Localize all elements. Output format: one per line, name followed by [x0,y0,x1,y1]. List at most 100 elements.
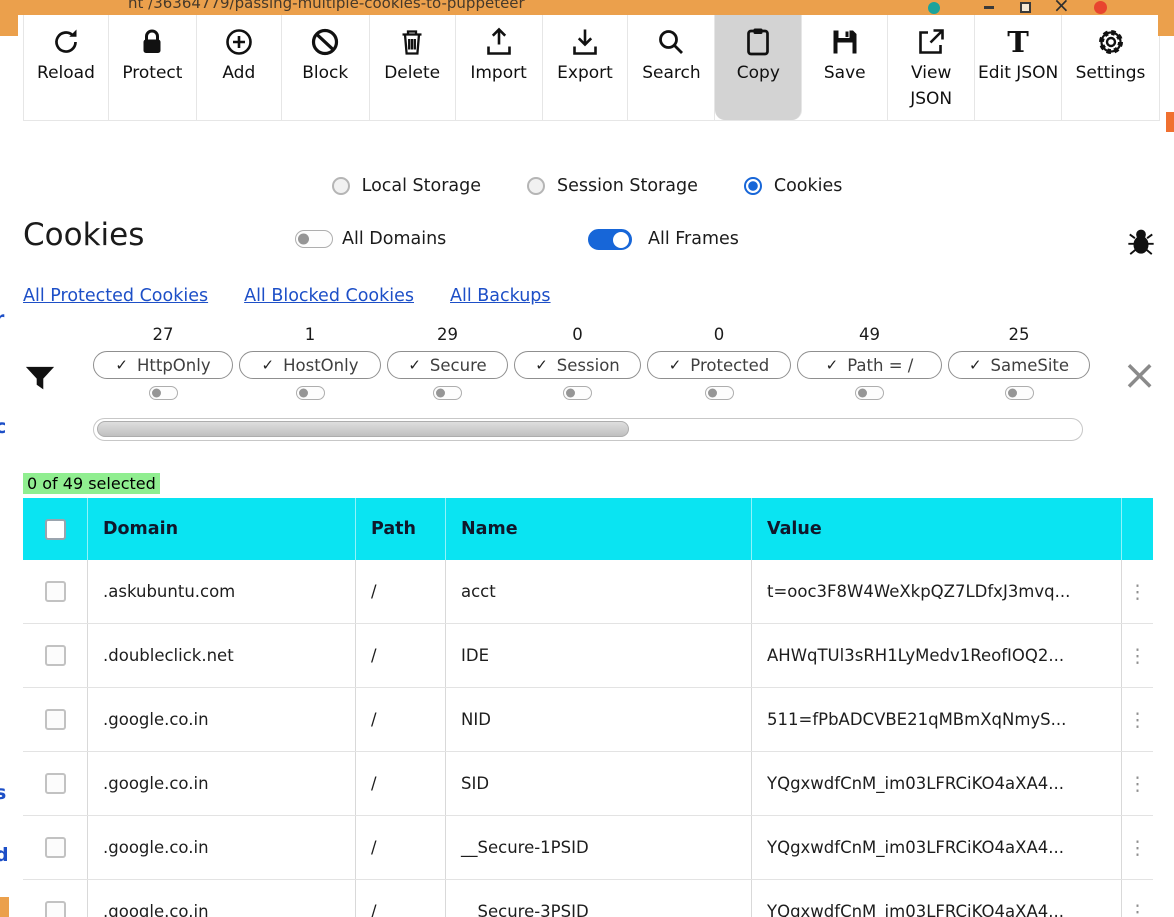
filter-funnel-icon[interactable] [24,364,56,396]
browser-menu-badge[interactable] [1094,1,1107,14]
filter-count: 29 [437,325,458,344]
row-menu-icon[interactable]: ⋮ [1128,709,1147,731]
row-menu-icon[interactable]: ⋮ [1128,837,1147,859]
row-menu-icon[interactable]: ⋮ [1128,581,1147,603]
view-json-button[interactable]: View JSON [888,15,976,120]
filter-toggle-samesite[interactable] [1004,386,1034,400]
maximize-icon[interactable] [1020,2,1031,13]
table-row[interactable]: .askubuntu.com / acct t=ooc3F8W4WeXkpQZ7… [23,560,1153,624]
gear-icon [1095,24,1127,60]
cell-value: AHWqTUl3sRH1LyMedv1ReofIOQ2... [752,624,1122,687]
check-icon: ✓ [668,356,682,374]
row-menu-icon[interactable]: ⋮ [1128,773,1147,795]
save-button[interactable]: Save [802,15,889,120]
lock-icon [136,24,168,60]
export-button[interactable]: Export [543,15,629,120]
filter-toggle-hostonly[interactable] [295,386,325,400]
select-all-checkbox[interactable] [44,518,66,540]
row-checkbox[interactable] [44,645,66,666]
cell-domain: .doubleclick.net [88,624,356,687]
table-row[interactable]: .doubleclick.net / IDE AHWqTUl3sRH1LyMed… [23,624,1153,688]
row-checkbox[interactable] [44,581,66,602]
filter-toggle-session[interactable] [563,386,592,400]
filter-chip-path[interactable]: ✓ Path = / [797,351,942,379]
button-label: Edit JSON [977,63,1059,83]
clipboard-icon [742,24,774,60]
row-checkbox[interactable] [44,837,66,858]
chip-label: HostOnly [283,355,359,375]
all-blocked-cookies-link[interactable]: All Blocked Cookies [244,286,414,306]
delete-button[interactable]: Delete [370,15,456,120]
storage-type-selector: Local Storage Session Storage Cookies [0,176,1174,196]
filter-chip-protected[interactable]: ✓ Protected [647,351,791,379]
add-button[interactable]: Add [197,15,282,120]
page-edge-fragment: i [0,458,2,480]
protect-button[interactable]: Protect [109,15,197,120]
row-select-cell [23,752,88,815]
cell-path: / [356,560,446,623]
all-frames-toggle[interactable] [588,229,632,250]
filter-toggle-secure[interactable] [433,386,462,400]
all-backups-link[interactable]: All Backups [450,286,551,306]
all-protected-cookies-link[interactable]: All Protected Cookies [23,286,208,306]
cell-name: NID [446,688,752,751]
filter-count: 0 [572,325,583,344]
filter-count: 27 [152,325,174,344]
scrollbar-thumb[interactable] [97,421,629,437]
page-title: Cookies [23,217,145,253]
edit-json-button[interactable]: T Edit JSON [975,15,1063,120]
horizontal-scrollbar[interactable] [93,418,1083,441]
table-row[interactable]: .google.co.in / __Secure-1PSID YQgxwdfCn… [23,816,1153,880]
radio-session-storage[interactable]: Session Storage [527,176,698,196]
filter-toggle-protected[interactable] [704,386,734,400]
cell-name: IDE [446,624,752,687]
filter-chip-samesite[interactable]: ✓ SameSite [948,351,1090,379]
row-menu-icon[interactable]: ⋮ [1128,901,1147,917]
filter-chip-hostonly[interactable]: ✓ HostOnly [239,351,381,379]
row-checkbox[interactable] [44,901,66,917]
check-icon: ✓ [261,356,275,374]
minimize-icon[interactable] [984,6,994,11]
row-select-cell [23,880,88,917]
search-icon [655,24,687,60]
floppy-save-icon [829,24,861,60]
button-label: Protect [122,63,183,83]
filter-chip-session[interactable]: ✓ Session [514,351,641,379]
radio-local-storage[interactable]: Local Storage [331,176,481,196]
row-menu-icon[interactable]: ⋮ [1128,645,1147,667]
cell-domain: .google.co.in [88,688,356,751]
quick-links: All Protected Cookies All Blocked Cookie… [23,286,551,306]
check-icon: ✓ [535,356,548,374]
block-button[interactable]: Block [282,15,370,120]
cell-path: / [356,624,446,687]
check-icon: ✓ [825,356,839,374]
filter-chip-secure[interactable]: ✓ Secure [387,351,508,379]
import-button[interactable]: Import [456,15,543,120]
reload-button[interactable]: Reload [24,15,109,120]
all-frames-label: All Frames [648,229,739,249]
teal-status-icon [928,2,940,14]
filter-toggle-path[interactable] [855,386,884,400]
radio-cookies[interactable]: Cookies [743,176,842,196]
radio-selected-icon [743,177,762,195]
cell-domain: .google.co.in [88,752,356,815]
cell-value: YQgxwdfCnM_im03LFRCiKO4aXA4... [752,816,1122,879]
filter-close-icon[interactable]: × [1122,354,1157,396]
chip-label: SameSite [990,355,1070,375]
filter-toggle-httponly[interactable] [148,386,178,400]
table-row[interactable]: .google.co.in / NID 511=fPbADCVBE21qMBmX… [23,688,1153,752]
filter-chip-httponly[interactable]: ✓ HttpOnly [93,351,233,379]
row-checkbox[interactable] [44,773,66,794]
filter-group-protected: 0 ✓ Protected [647,325,791,400]
settings-button[interactable]: Settings [1062,15,1160,120]
export-icon [569,24,601,60]
all-domains-toggle[interactable] [295,230,333,248]
button-label: Reload [37,63,95,83]
search-button[interactable]: Search [628,15,716,120]
copy-button[interactable]: Copy [715,15,803,120]
table-row[interactable]: .google.co.in / SID YQgxwdfCnM_im03LFRCi… [23,752,1153,816]
filter-count: 25 [1008,325,1030,344]
table-row[interactable]: .google.co.in / __Secure-3PSID YQgxwdfCn… [23,880,1153,917]
row-checkbox[interactable] [44,709,66,730]
window-close-icon[interactable]: × [1053,0,1070,15]
